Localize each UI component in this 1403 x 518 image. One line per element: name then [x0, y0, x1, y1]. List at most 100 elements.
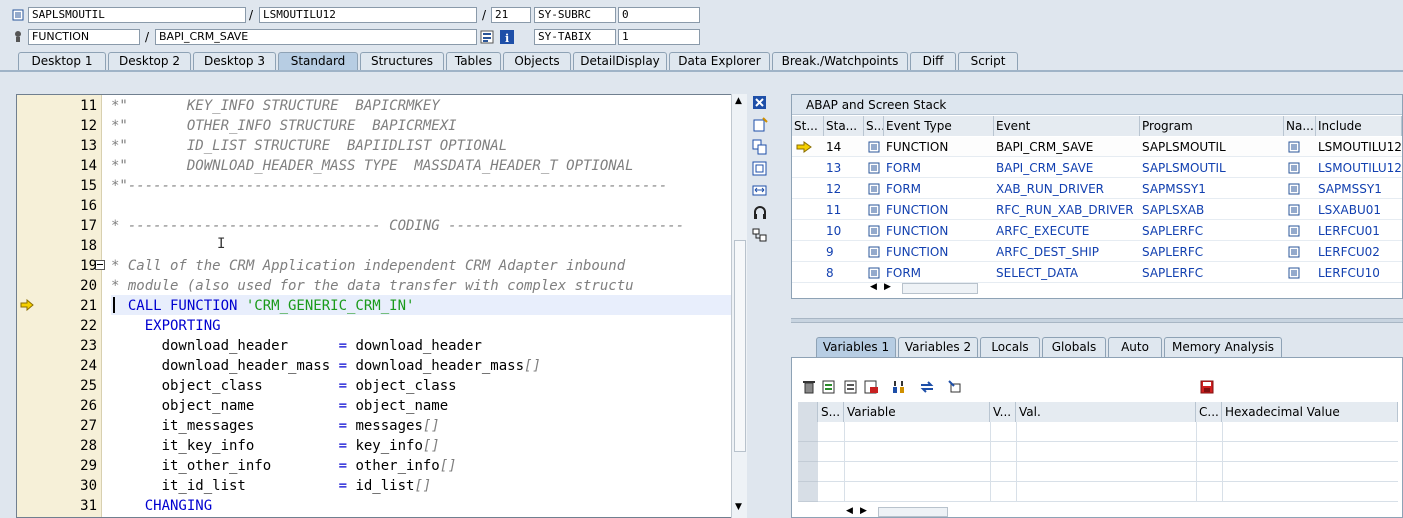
navigate-icon[interactable] — [1288, 267, 1300, 279]
column-header[interactable]: Na... — [1284, 116, 1316, 136]
stack-cell-level[interactable]: 8 — [824, 263, 864, 283]
sort-icon[interactable] — [892, 380, 906, 394]
column-header[interactable]: Hexadecimal Value — [1222, 402, 1398, 422]
scroll-down-icon[interactable]: ▼ — [735, 502, 742, 512]
stack-cell-type[interactable]: FUNCTION — [884, 137, 994, 157]
stack-cell-level[interactable]: 9 — [824, 242, 864, 262]
navigate-icon[interactable] — [1288, 225, 1300, 237]
vars-selector-header[interactable] — [798, 402, 818, 422]
stack-cell-type[interactable]: FUNCTION — [884, 200, 994, 220]
tab-globals[interactable]: Globals — [1042, 337, 1106, 357]
stack-cell-event[interactable]: XAB_RUN_DRIVER — [994, 179, 1140, 199]
full-width-icon[interactable] — [752, 183, 768, 199]
stack-cell-type[interactable]: FUNCTION — [884, 242, 994, 262]
tab-locals[interactable]: Locals — [980, 337, 1040, 357]
code-line[interactable]: *" OTHER_INFO STRUCTURE BAPICRMEXI — [111, 116, 457, 136]
search-help-icon[interactable] — [480, 30, 494, 44]
code-line[interactable]: download_header_mass = download_header_m… — [111, 356, 541, 376]
maximize-icon[interactable] — [752, 161, 768, 177]
stack-cell-event[interactable]: BAPI_CRM_SAVE — [994, 158, 1140, 178]
variable-row[interactable] — [798, 422, 1398, 442]
stack-cell-level[interactable]: 10 — [824, 221, 864, 241]
stack-cell-include[interactable]: LERFCU01 — [1316, 221, 1402, 241]
column-header[interactable]: Variable — [844, 402, 990, 422]
row-selector[interactable] — [798, 442, 818, 462]
navigate-icon[interactable] — [1288, 183, 1300, 195]
column-header[interactable]: S... — [818, 402, 844, 422]
stack-cell-program[interactable]: SAPLSMOUTIL — [1140, 137, 1284, 157]
editor-vertical-scrollbar[interactable]: ▲ ▼ — [731, 94, 747, 518]
code-line[interactable]: it_key_info = key_info[] — [111, 436, 440, 456]
stack-cell-event[interactable]: ARFC_DEST_SHIP — [994, 242, 1140, 262]
tab-objects[interactable]: Objects — [503, 52, 571, 70]
vars-horizontal-scrollbar[interactable]: ◀ ▶ — [846, 506, 956, 518]
tab-data-explorer[interactable]: Data Explorer — [669, 52, 770, 70]
tab-variables-2[interactable]: Variables 2 — [898, 337, 978, 357]
column-header[interactable]: C... — [1196, 402, 1222, 422]
scroll-thumb[interactable] — [734, 240, 746, 452]
stack-cell-program[interactable]: SAPLERFC — [1140, 263, 1284, 283]
stack-cell-include[interactable]: SAPMSSY1 — [1316, 179, 1402, 199]
open-folder-icon[interactable] — [948, 380, 962, 394]
line-field[interactable]: 21 — [491, 7, 531, 23]
save-icon[interactable] — [1200, 380, 1214, 394]
column-header[interactable]: St... — [792, 116, 824, 136]
stack-cell-level[interactable]: 11 — [824, 200, 864, 220]
stack-cell-type[interactable]: FORM — [884, 179, 994, 199]
tab-diff[interactable]: Diff — [910, 52, 956, 70]
tab-standard[interactable]: Standard — [278, 52, 358, 70]
stack-cell-type[interactable]: FORM — [884, 158, 994, 178]
code-line[interactable]: it_id_list = id_list[] — [111, 476, 432, 496]
column-header[interactable]: Sta... — [824, 116, 864, 136]
code-line[interactable]: object_class = object_class — [111, 376, 457, 396]
tab-desktop-2[interactable]: Desktop 2 — [108, 52, 191, 70]
column-header[interactable]: S... — [864, 116, 884, 136]
code-line[interactable]: download_header = download_header — [111, 336, 482, 356]
row-selector[interactable] — [798, 422, 818, 442]
stack-cell-program[interactable]: SAPLSMOUTIL — [1140, 158, 1284, 178]
navigate-icon[interactable] — [1288, 204, 1300, 216]
stack-cell-level[interactable]: 13 — [824, 158, 864, 178]
navigate-icon[interactable] — [1288, 246, 1300, 258]
scroll-left-icon[interactable]: ◀ — [846, 506, 853, 516]
stack-cell-event[interactable]: SELECT_DATA — [994, 263, 1140, 283]
stack-cell-event[interactable]: RFC_RUN_XAB_DRIVER — [994, 200, 1140, 220]
code-line[interactable]: * module (also used for the data transfe… — [111, 276, 634, 296]
stack-cell-type[interactable]: FORM — [884, 263, 994, 283]
event-type-field[interactable]: FUNCTION — [28, 29, 140, 45]
transfer-icon[interactable] — [920, 380, 934, 394]
layout-icon[interactable] — [752, 227, 768, 243]
stack-cell-level[interactable]: 14 — [824, 137, 864, 157]
insert-row-icon[interactable] — [822, 380, 836, 394]
code-line[interactable]: EXPORTING — [111, 316, 221, 336]
stack-cell-include[interactable]: LSMOUTILU12 — [1316, 137, 1402, 157]
tab-auto[interactable]: Auto — [1108, 337, 1162, 357]
variable-row[interactable] — [798, 482, 1398, 502]
variable-row[interactable] — [798, 442, 1398, 462]
code-line[interactable]: CHANGING — [111, 496, 212, 516]
stack-cell-level[interactable]: 12 — [824, 179, 864, 199]
code-line[interactable]: it_messages = messages[] — [111, 416, 440, 436]
code-line[interactable]: it_other_info = other_info[] — [111, 456, 457, 476]
column-header[interactable]: Program — [1140, 116, 1284, 136]
tab-variables-1[interactable]: Variables 1 — [816, 337, 896, 357]
tab-script[interactable]: Script — [958, 52, 1018, 70]
panel-splitter[interactable] — [791, 318, 1403, 323]
stack-cell-include[interactable]: LSXABU01 — [1316, 200, 1402, 220]
close-icon[interactable] — [752, 95, 768, 111]
append-row-icon[interactable] — [844, 380, 858, 394]
row-selector[interactable] — [798, 482, 818, 502]
source-editor[interactable]: I *" KEY_INFO STRUCTURE BAPICRMKEY *" OTH… — [16, 94, 747, 518]
tab-desktop-1[interactable]: Desktop 1 — [18, 52, 106, 70]
stack-cell-program[interactable]: SAPLSXAB — [1140, 200, 1284, 220]
code-line[interactable]: CALL FUNCTION 'CRM_GENERIC_CRM_IN' — [111, 296, 415, 316]
tab-structures[interactable]: Structures — [360, 52, 444, 70]
code-line[interactable]: * Call of the CRM Application independen… — [111, 256, 625, 276]
program-field[interactable]: SAPLSMOUTIL — [28, 7, 246, 23]
stack-cell-type[interactable]: FUNCTION — [884, 221, 994, 241]
tab-memory-analysis[interactable]: Memory Analysis — [1164, 337, 1282, 357]
tab-desktop-3[interactable]: Desktop 3 — [193, 52, 276, 70]
stack-cell-event[interactable]: BAPI_CRM_SAVE — [994, 137, 1140, 157]
stack-cell-program[interactable]: SAPLERFC — [1140, 242, 1284, 262]
tab-tables[interactable]: Tables — [446, 52, 501, 70]
